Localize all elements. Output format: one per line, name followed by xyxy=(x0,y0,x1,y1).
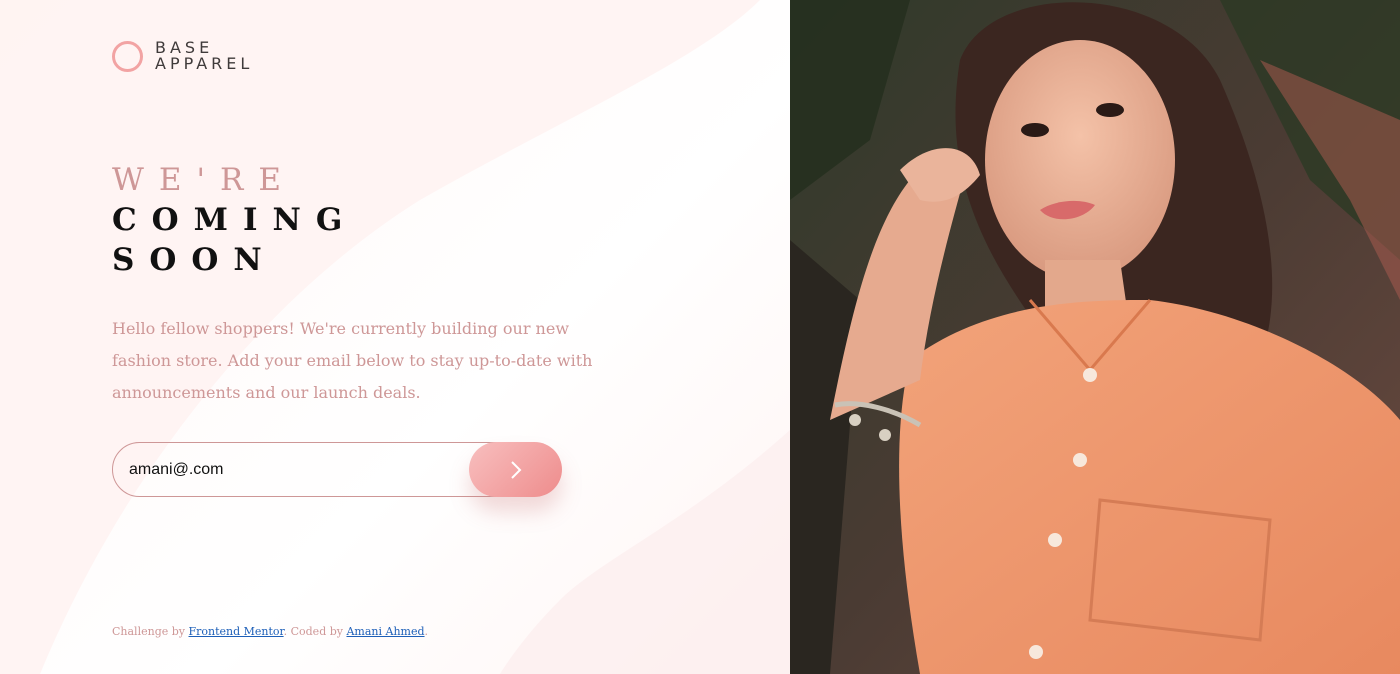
logo-ring-icon xyxy=(112,40,143,72)
hero-image-panel xyxy=(790,0,1400,674)
headline-dark-2: SOON xyxy=(112,242,277,278)
brand-logo[interactable]: BASE APPAREL xyxy=(112,40,253,72)
chevron-right-icon xyxy=(510,460,521,479)
content-panel: BASE APPAREL WE'RE COMING SOON Hello fel… xyxy=(0,0,790,674)
page-headline: WE'RE COMING SOON xyxy=(112,160,357,280)
frontend-mentor-link[interactable]: Frontend Mentor xyxy=(189,625,284,638)
intro-text: Hello fellow shoppers! We're currently b… xyxy=(112,319,593,402)
signup-form xyxy=(112,442,562,497)
headline-dark-1: COMING xyxy=(112,202,358,238)
headline-light: WE'RE xyxy=(112,162,296,198)
coming-soon-page: BASE APPAREL WE'RE COMING SOON Hello fel… xyxy=(0,0,1400,674)
attribution-footer: Challenge by Frontend Mentor. Coded by A… xyxy=(112,625,428,638)
logo-wordmark: BASE APPAREL xyxy=(155,40,253,72)
logo-line-2: APPAREL xyxy=(155,54,254,73)
portrait-photo xyxy=(790,0,1400,674)
footer-suffix: . xyxy=(424,625,429,638)
submit-button[interactable] xyxy=(469,442,562,497)
author-link[interactable]: Amani Ahmed xyxy=(346,625,424,638)
footer-prefix: Challenge by xyxy=(112,625,189,638)
footer-middle: . Coded by xyxy=(283,625,347,638)
